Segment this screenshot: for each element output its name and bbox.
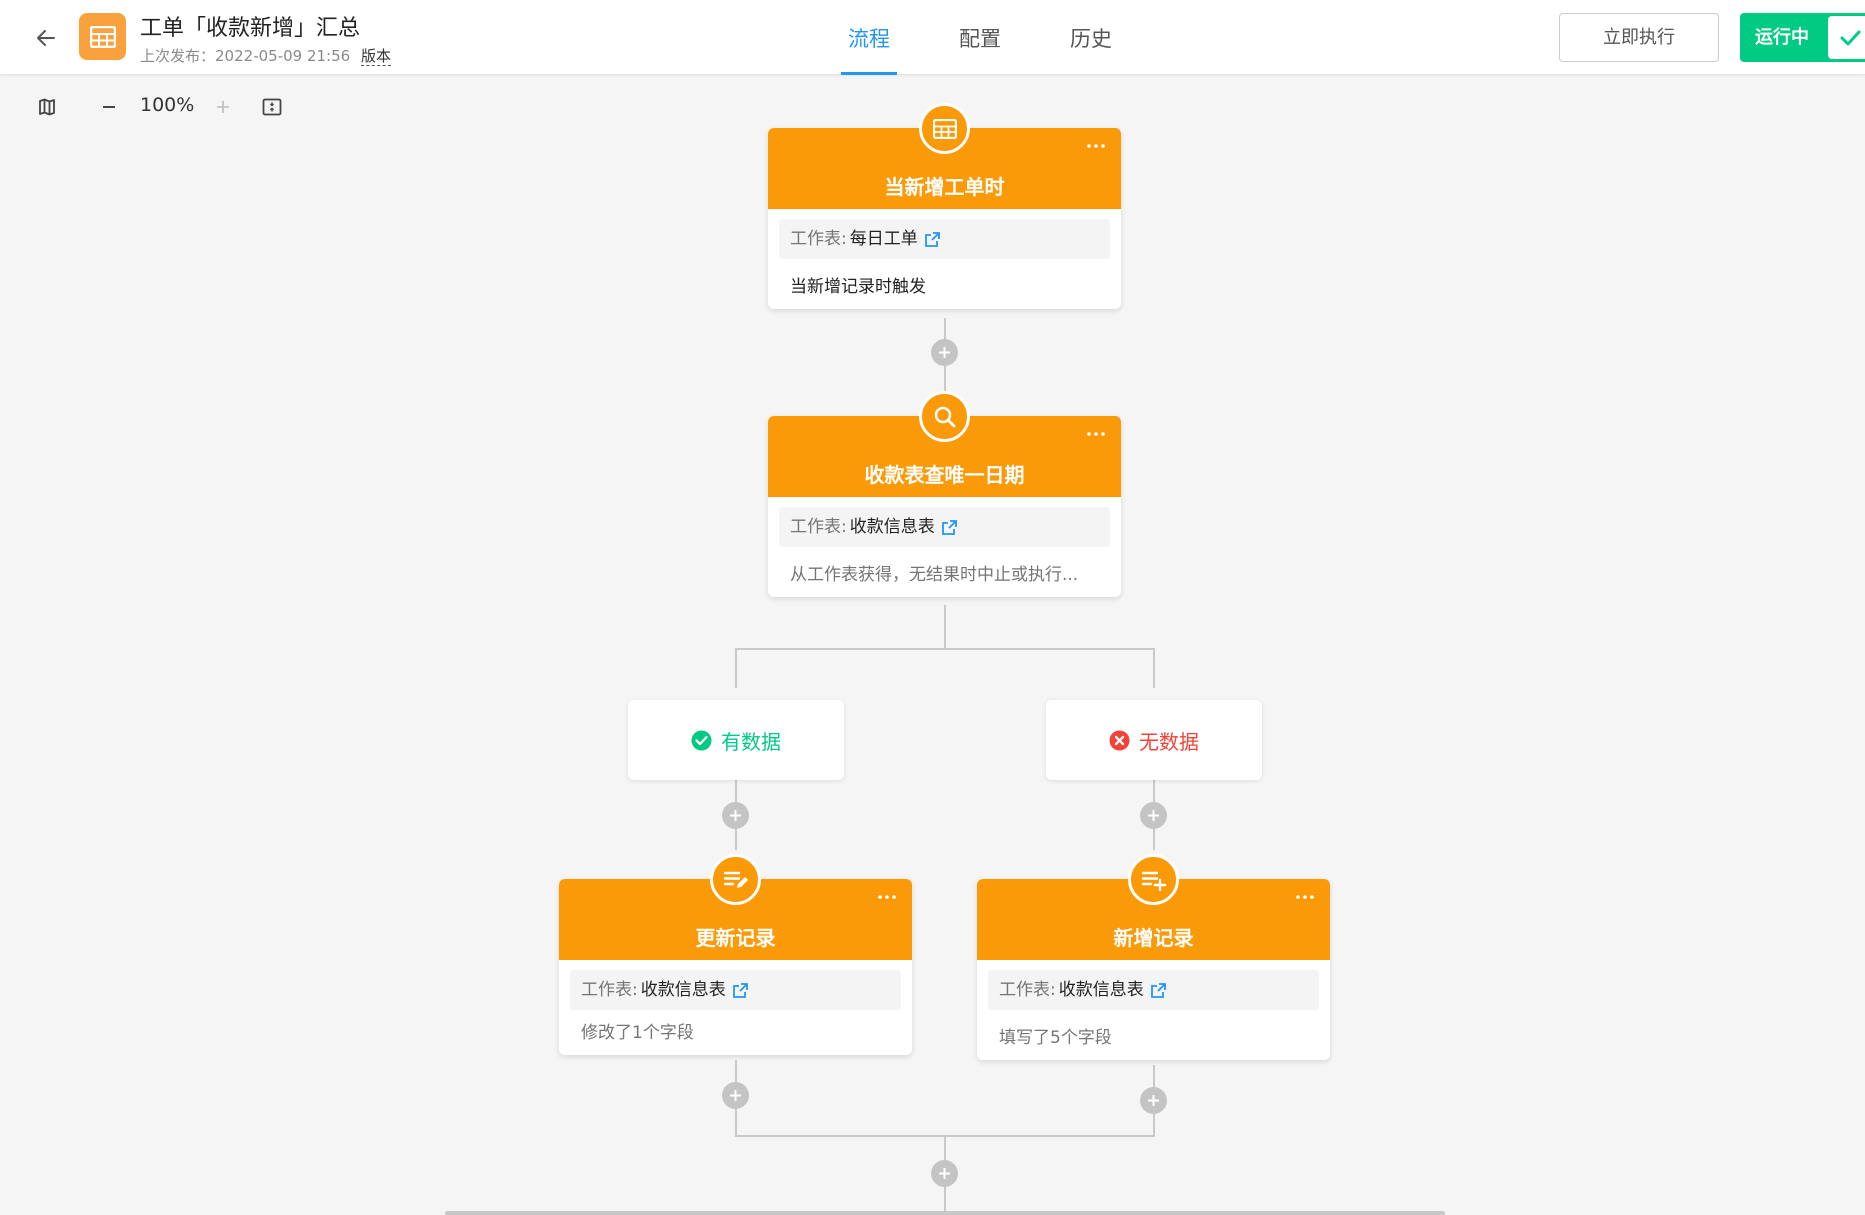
worksheet-name: 收款信息表	[640, 980, 726, 1000]
worksheet-name: 每日工单	[849, 229, 918, 249]
more-icon[interactable]	[1083, 424, 1109, 444]
plus-icon	[939, 347, 950, 358]
toggle-knob	[1828, 16, 1865, 59]
add-step-button[interactable]	[1140, 802, 1167, 829]
add-step-button[interactable]	[931, 1160, 958, 1187]
node-title: 新增记录	[1113, 926, 1194, 950]
node-header: 新增记录	[977, 854, 1330, 960]
edit-list-icon	[710, 854, 761, 905]
open-external-icon[interactable]	[1150, 982, 1167, 999]
worksheet-row: 工作表: 收款信息表	[570, 970, 901, 1010]
branch-label: 无数据	[1139, 729, 1199, 754]
node-header: 当新增工单时	[768, 103, 1121, 209]
connector-line	[735, 648, 737, 688]
table-icon	[89, 25, 116, 48]
plus-icon	[939, 1168, 950, 1179]
worksheet-row: 工作表: 收款信息表	[988, 970, 1319, 1010]
flow-canvas: 当新增工单时 工作表: 每日工单 当新增记录时触发 收款表查唯一日期 工作表: …	[0, 75, 1865, 1215]
node-description: 从工作表获得，无结果时中止或执行...	[790, 565, 1079, 585]
node-header: 收款表查唯一日期	[768, 391, 1121, 497]
search-icon	[919, 391, 970, 442]
running-status-toggle[interactable]: 运行中	[1740, 13, 1865, 62]
publish-prefix: 上次发布：	[140, 47, 216, 65]
tab-bar: 流程 配置 历史	[840, 0, 1173, 75]
horizontal-scrollbar[interactable]	[445, 1211, 1445, 1215]
publish-time: 2022-05-09 21:56	[215, 47, 351, 65]
worksheet-name: 收款信息表	[1058, 980, 1144, 1000]
branch-label: 有数据	[721, 729, 781, 754]
add-record-node[interactable]: 新增记录 工作表: 收款信息表 填写了5个字段	[977, 854, 1330, 1060]
top-bar: 工单「收款新增」汇总 上次发布：2022-05-09 21:56 版本 流程 配…	[0, 0, 1865, 75]
add-step-button[interactable]	[722, 802, 749, 829]
node-header: 更新记录	[559, 854, 912, 960]
node-description: 当新增记录时触发	[790, 277, 926, 297]
tab-history[interactable]: 历史	[1062, 0, 1120, 75]
more-icon[interactable]	[1292, 887, 1318, 907]
tab-flow[interactable]: 流程	[840, 0, 898, 75]
plus-icon	[1148, 810, 1159, 821]
worksheet-key: 工作表:	[790, 229, 847, 249]
plus-icon	[1148, 1095, 1159, 1106]
connector-line	[944, 605, 946, 650]
page-title: 工单「收款新增」汇总	[140, 16, 361, 41]
worksheet-key: 工作表:	[581, 980, 638, 1000]
add-step-button[interactable]	[722, 1082, 749, 1109]
add-step-button[interactable]	[1140, 1087, 1167, 1114]
branch-no-data[interactable]: 无数据	[1046, 700, 1262, 780]
run-now-button[interactable]: 立即执行	[1559, 13, 1719, 62]
tab-config[interactable]: 配置	[951, 0, 1009, 75]
check-icon	[1840, 30, 1860, 45]
update-record-node[interactable]: 更新记录 工作表: 收款信息表 修改了1个字段	[559, 854, 912, 1055]
open-external-icon[interactable]	[732, 982, 749, 999]
worksheet-row: 工作表: 收款信息表	[779, 507, 1110, 547]
worksheet-key: 工作表:	[790, 517, 847, 537]
worksheet-key: 工作表:	[999, 980, 1056, 1000]
version-link[interactable]: 版本	[360, 47, 391, 66]
open-external-icon[interactable]	[924, 231, 941, 248]
worksheet-row: 工作表: 每日工单	[779, 219, 1110, 259]
more-icon[interactable]	[874, 887, 900, 907]
node-description: 填写了5个字段	[999, 1028, 1112, 1048]
status-label: 运行中	[1755, 27, 1809, 48]
trigger-node[interactable]: 当新增工单时 工作表: 每日工单 当新增记录时触发	[768, 103, 1121, 309]
check-circle-icon	[691, 730, 712, 751]
app-icon	[79, 13, 126, 60]
connector-line	[1153, 648, 1155, 688]
worksheet-name: 收款信息表	[849, 517, 935, 537]
node-title: 收款表查唯一日期	[864, 463, 1025, 487]
table-icon	[919, 103, 970, 154]
branch-has-data[interactable]: 有数据	[628, 700, 844, 780]
node-title: 更新记录	[695, 926, 776, 950]
query-node[interactable]: 收款表查唯一日期 工作表: 收款信息表 从工作表获得，无结果时中止或执行...	[768, 391, 1121, 597]
back-button[interactable]	[28, 20, 64, 56]
node-description: 修改了1个字段	[581, 1023, 694, 1043]
connector-line	[735, 648, 1155, 650]
publish-info: 上次发布：2022-05-09 21:56 版本	[140, 45, 391, 66]
close-circle-icon	[1109, 730, 1130, 751]
open-external-icon[interactable]	[941, 519, 958, 536]
plus-icon	[730, 810, 741, 821]
arrow-left-icon	[37, 30, 55, 46]
more-icon[interactable]	[1083, 136, 1109, 156]
add-list-icon	[1128, 854, 1179, 905]
node-title: 当新增工单时	[884, 175, 1005, 199]
add-step-button[interactable]	[931, 339, 958, 366]
plus-icon	[730, 1090, 741, 1101]
